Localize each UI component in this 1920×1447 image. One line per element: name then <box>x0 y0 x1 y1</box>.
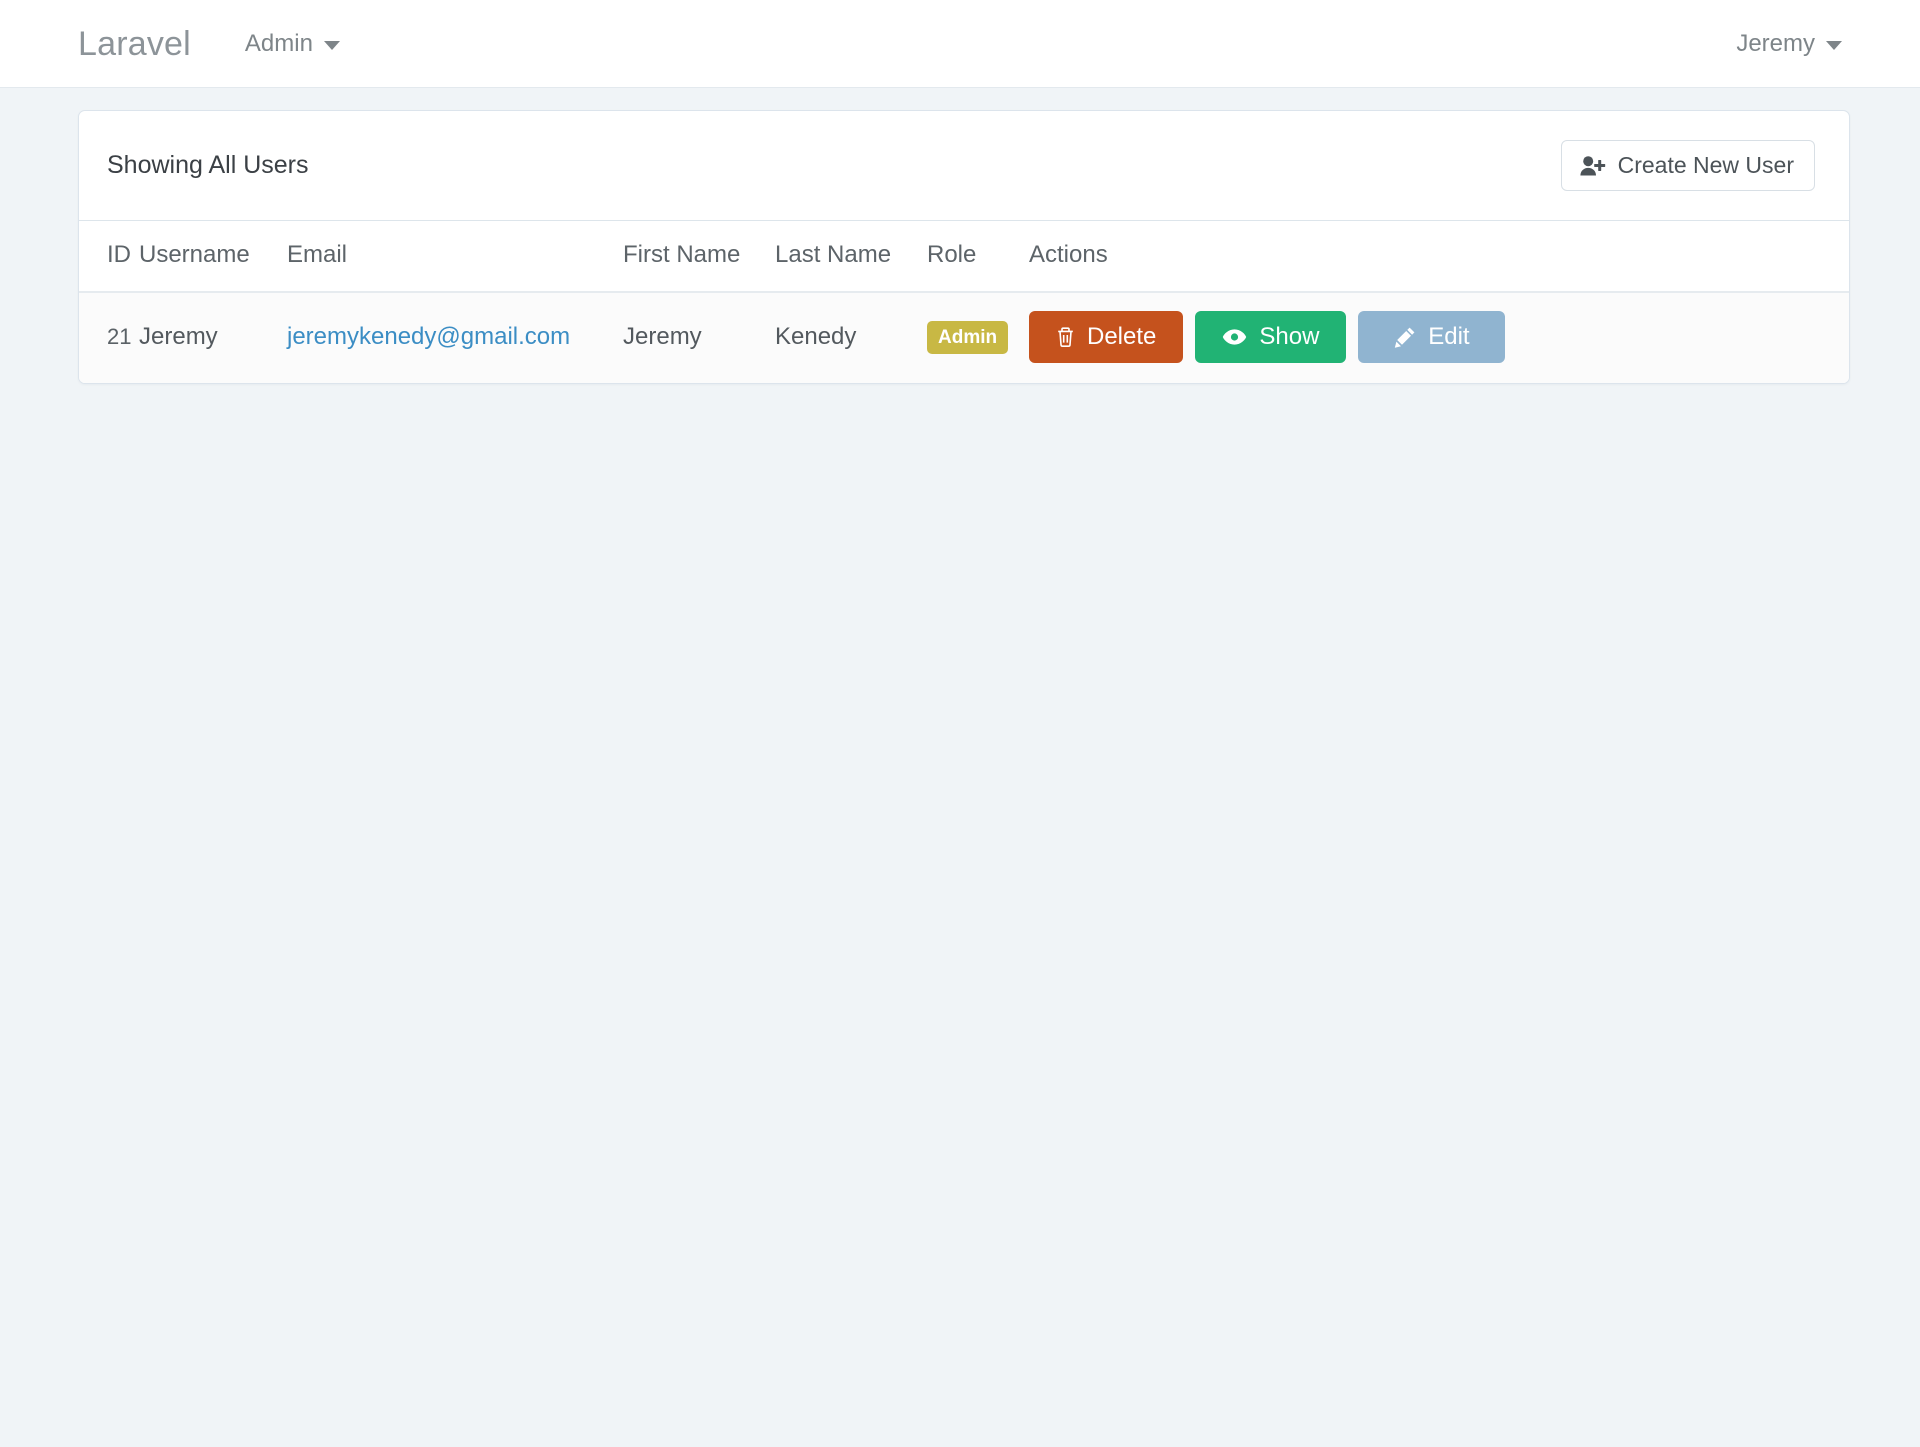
column-header-role: Role <box>927 221 1029 293</box>
column-header-username: Username <box>139 221 287 293</box>
show-button-label: Show <box>1259 323 1320 350</box>
pencil-icon <box>1394 326 1416 348</box>
column-header-email: Email <box>287 221 623 293</box>
cell-role: Admin <box>927 292 1029 383</box>
nav-admin-label: Admin <box>244 29 313 57</box>
column-header-first-name: First Name <box>623 221 775 293</box>
create-new-user-button[interactable]: Create New User <box>1560 140 1815 191</box>
eye-icon <box>1222 328 1247 346</box>
users-table: ID Username Email First Name Last Name R… <box>79 221 1849 383</box>
column-header-id: ID <box>79 221 139 293</box>
cell-id: 21 <box>79 292 139 383</box>
show-button[interactable]: Show <box>1195 311 1347 363</box>
user-plus-icon <box>1580 155 1606 177</box>
users-table-body: 21 Jeremy jeremykenedy@gmail.com Jeremy … <box>79 292 1849 383</box>
trash-icon <box>1056 326 1075 348</box>
cell-first-name: Jeremy <box>623 292 775 383</box>
users-table-head: ID Username Email First Name Last Name R… <box>79 221 1849 293</box>
navbar-left-group: Laravel Admin <box>78 27 340 61</box>
delete-button-label: Delete <box>1087 323 1157 350</box>
nav-user-dropdown[interactable]: Jeremy <box>1736 29 1842 57</box>
email-link[interactable]: jeremykenedy@gmail.com <box>287 323 570 350</box>
edit-button[interactable]: Edit <box>1358 311 1506 363</box>
chevron-down-icon <box>323 41 340 50</box>
cell-last-name: Kenedy <box>775 292 927 383</box>
table-header-row: ID Username Email First Name Last Name R… <box>79 221 1849 293</box>
status-badge: Admin <box>927 320 1009 354</box>
top-navbar: Laravel Admin Jeremy <box>0 0 1920 88</box>
create-new-user-label: Create New User <box>1617 152 1794 178</box>
navbar-right-group: Jeremy <box>1736 29 1842 57</box>
page-title: Showing All Users <box>107 151 309 179</box>
chevron-down-icon <box>1826 41 1842 50</box>
users-card: Showing All Users Create New User ID Use… <box>78 110 1850 384</box>
table-row: 21 Jeremy jeremykenedy@gmail.com Jeremy … <box>79 292 1849 383</box>
users-card-header: Showing All Users Create New User <box>79 111 1849 221</box>
cell-username: Jeremy <box>139 292 287 383</box>
cell-email: jeremykenedy@gmail.com <box>287 292 623 383</box>
page-content: Showing All Users Create New User ID Use… <box>0 88 1920 384</box>
cell-actions: Delete Show Edit <box>1029 292 1849 383</box>
column-header-last-name: Last Name <box>775 221 927 293</box>
row-action-group: Delete Show Edit <box>1029 311 1849 363</box>
brand-logo[interactable]: Laravel <box>78 27 191 61</box>
edit-button-label: Edit <box>1428 323 1470 350</box>
column-header-actions: Actions <box>1029 221 1849 293</box>
nav-admin-dropdown[interactable]: Admin <box>244 29 340 57</box>
delete-button[interactable]: Delete <box>1029 311 1184 363</box>
nav-user-label: Jeremy <box>1736 29 1815 57</box>
